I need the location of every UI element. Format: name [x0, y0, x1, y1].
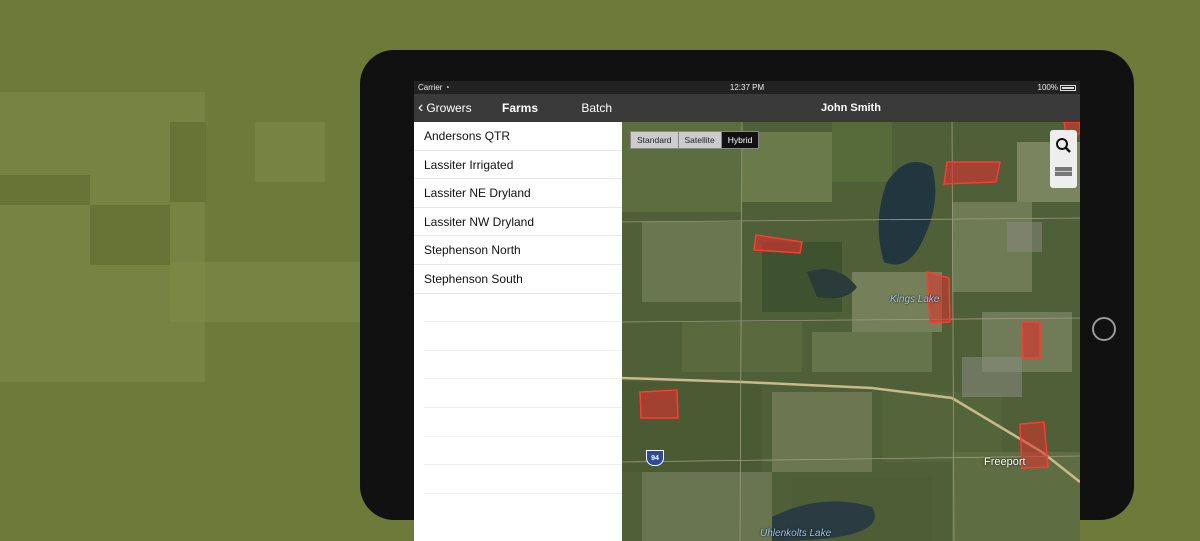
battery-percent: 100% [1037, 83, 1058, 92]
batch-button[interactable]: Batch [581, 94, 612, 122]
farm-item-andersons-qtr[interactable]: Andersons QTR [414, 122, 622, 151]
map-type-hybrid[interactable]: Hybrid [721, 132, 759, 148]
farm-list-pane: ‹ Growers Farms Batch Andersons QTR Lass… [414, 94, 622, 541]
background-block [90, 205, 170, 265]
status-bar: Carrier ◔ 12:37 PM 100% [414, 81, 1080, 94]
uhlenkolts-lake-label: Uhlenkolts Lake [760, 528, 832, 539]
empty-list-row [424, 408, 622, 437]
farms-nav-bar: ‹ Growers Farms Batch [414, 94, 622, 122]
background-block [255, 122, 325, 182]
farms-title: Farms [502, 101, 539, 115]
app-screen: Carrier ◔ 12:37 PM 100% ‹ Growers Farms … [414, 81, 1080, 541]
layers-icon [1055, 167, 1072, 176]
growers-back-button[interactable]: ‹ Growers [418, 94, 472, 122]
layers-button[interactable] [1050, 161, 1077, 185]
farm-list: Andersons QTR Lassiter Irrigated Lassite… [414, 122, 622, 494]
status-time: 12:37 PM [729, 83, 765, 92]
empty-list-row [424, 322, 622, 351]
farm-item-lassiter-irrigated[interactable]: Lassiter Irrigated [414, 151, 622, 180]
map-type-selector: Standard Satellite Hybrid [630, 131, 760, 149]
farm-item-lassiter-nw-dryland[interactable]: Lassiter NW Dryland [414, 208, 622, 237]
farm-item-lassiter-ne-dryland[interactable]: Lassiter NE Dryland [414, 179, 622, 208]
highlighted-field[interactable] [639, 389, 679, 419]
map-type-standard[interactable]: Standard [631, 132, 679, 148]
map-type-satellite[interactable]: Satellite [678, 132, 722, 148]
background-block [0, 175, 90, 205]
search-icon [1056, 138, 1071, 153]
map-tools [1050, 130, 1077, 188]
empty-list-row [424, 379, 622, 408]
map-nav-bar-title: John Smith [622, 94, 1080, 122]
background-block [170, 122, 206, 202]
battery-status: 100% [1038, 81, 1076, 94]
home-button-icon[interactable] [1092, 317, 1116, 341]
empty-list-row [424, 465, 622, 494]
empty-list-row [424, 294, 622, 323]
empty-list-row [424, 351, 622, 380]
interstate-shield-icon: 94 [646, 450, 664, 466]
map-pane[interactable]: John Smith Standard Satellite Hybrid Kin… [622, 94, 1080, 541]
chevron-left-icon: ‹ [418, 99, 424, 116]
tablet-device: Carrier ◔ 12:37 PM 100% ‹ Growers Farms … [360, 50, 1134, 541]
background-block [170, 262, 360, 322]
back-label: Growers [426, 101, 472, 115]
search-button[interactable] [1050, 132, 1077, 158]
empty-list-row [424, 437, 622, 466]
battery-icon [1060, 84, 1076, 91]
satellite-map[interactable] [622, 122, 1080, 541]
freeport-label: Freeport [984, 456, 1026, 468]
highlighted-field[interactable] [943, 161, 1001, 185]
farm-item-stephenson-south[interactable]: Stephenson South [414, 265, 622, 294]
kings-lake-label: Kings Lake [890, 294, 940, 305]
farm-item-stephenson-north[interactable]: Stephenson North [414, 236, 622, 265]
highlighted-field[interactable] [1021, 321, 1041, 359]
